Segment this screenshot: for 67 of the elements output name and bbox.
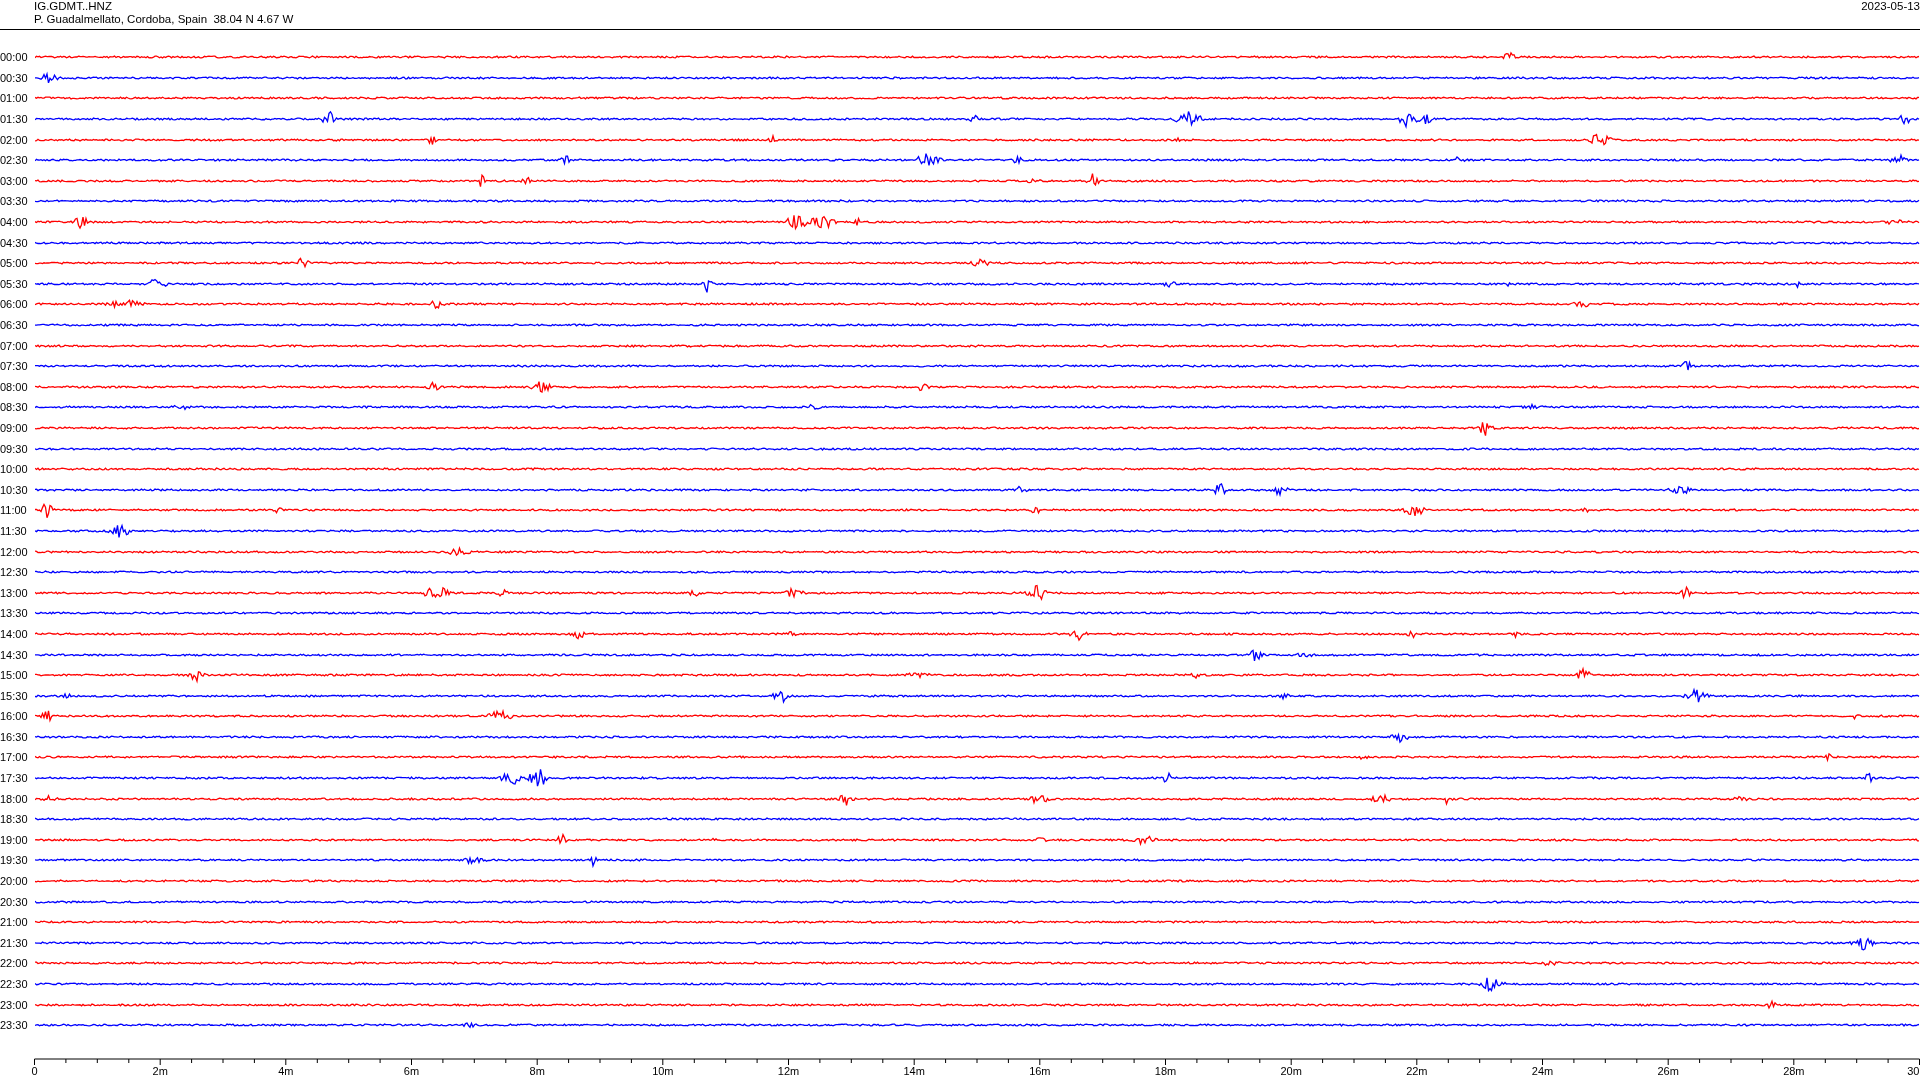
time-label: 19:30 bbox=[0, 854, 29, 867]
time-label: 12:00 bbox=[0, 545, 29, 558]
time-label: 21:30 bbox=[0, 936, 29, 949]
time-label: 06:00 bbox=[0, 298, 29, 311]
tick-label: 12m bbox=[777, 1064, 800, 1077]
time-label: 18:30 bbox=[0, 813, 29, 826]
tick-label: 26m bbox=[1657, 1064, 1679, 1077]
time-label: 18:00 bbox=[0, 792, 29, 805]
time-label: 08:00 bbox=[0, 380, 29, 393]
time-label: 10:00 bbox=[0, 463, 29, 476]
time-label: 14:00 bbox=[0, 627, 29, 640]
time-label: 21:00 bbox=[0, 916, 29, 929]
time-label: 00:00 bbox=[0, 51, 29, 64]
time-label: 03:30 bbox=[0, 195, 29, 208]
time-label: 15:30 bbox=[0, 689, 29, 702]
time-label: 13:30 bbox=[0, 607, 29, 620]
tick-label: 18m bbox=[1154, 1064, 1177, 1077]
tick-label: 0 bbox=[31, 1064, 38, 1077]
tick-label: 10m bbox=[652, 1064, 674, 1077]
tick-label: 4m bbox=[278, 1064, 294, 1077]
time-label: 02:30 bbox=[0, 154, 29, 167]
time-label: 13:00 bbox=[0, 586, 29, 599]
tick-label: 14m bbox=[903, 1064, 925, 1077]
tick-label: 20m bbox=[1280, 1064, 1302, 1077]
time-label: 11:30 bbox=[0, 524, 28, 537]
tick-label: 6m bbox=[403, 1064, 420, 1077]
time-label: 22:30 bbox=[0, 978, 29, 990]
time-label: 09:00 bbox=[0, 422, 29, 434]
station-location: P. Guadalmellato, Cordoba, Spain 38.04 N 4.67 W bbox=[34, 13, 294, 26]
record-date: 2023-05-13 bbox=[1861, 0, 1920, 13]
time-label: 23:00 bbox=[0, 998, 29, 1011]
time-label: 23:30 bbox=[0, 1019, 29, 1032]
time-label: 04:00 bbox=[0, 216, 29, 229]
time-label: 20:30 bbox=[0, 895, 29, 908]
time-label: 15:00 bbox=[0, 669, 29, 682]
time-label: 20:00 bbox=[0, 875, 29, 888]
time-label: 06:30 bbox=[0, 319, 29, 331]
time-label: 07:00 bbox=[0, 339, 29, 352]
tick-label: 22m bbox=[1406, 1064, 1428, 1077]
tick-label: 16m bbox=[1029, 1064, 1051, 1077]
time-label: 16:30 bbox=[0, 730, 29, 743]
tick-label: 28m bbox=[1783, 1064, 1805, 1077]
time-label: 12:30 bbox=[0, 566, 29, 579]
time-label: 07:30 bbox=[0, 360, 29, 373]
time-label: 14:30 bbox=[0, 648, 29, 661]
time-label: 11:00 bbox=[0, 504, 28, 517]
time-label: 04:30 bbox=[0, 236, 29, 249]
time-label: 19:00 bbox=[0, 833, 29, 846]
time-label: 05:00 bbox=[0, 257, 29, 270]
time-label: 17:30 bbox=[0, 772, 29, 785]
tick-label: 2m bbox=[152, 1064, 168, 1077]
time-label: 01:30 bbox=[0, 113, 29, 126]
time-label: 17:00 bbox=[0, 751, 29, 764]
time-label: 02:00 bbox=[0, 133, 29, 146]
time-label: 16:00 bbox=[0, 710, 29, 723]
time-label: 00:30 bbox=[0, 71, 29, 84]
time-label: 09:30 bbox=[0, 442, 29, 455]
time-label: 03:00 bbox=[0, 174, 29, 187]
time-label: 01:00 bbox=[0, 92, 29, 105]
tick-label: 30 bbox=[1907, 1064, 1920, 1077]
tick-label: 8m bbox=[529, 1064, 545, 1077]
time-label: 22:00 bbox=[0, 957, 29, 970]
time-label: 10:30 bbox=[0, 483, 29, 496]
tick-label: 24m bbox=[1531, 1064, 1554, 1077]
station-code: IG.GDMT..HNZ bbox=[34, 0, 112, 13]
time-label: 08:30 bbox=[0, 401, 29, 414]
time-label: 05:30 bbox=[0, 277, 29, 290]
